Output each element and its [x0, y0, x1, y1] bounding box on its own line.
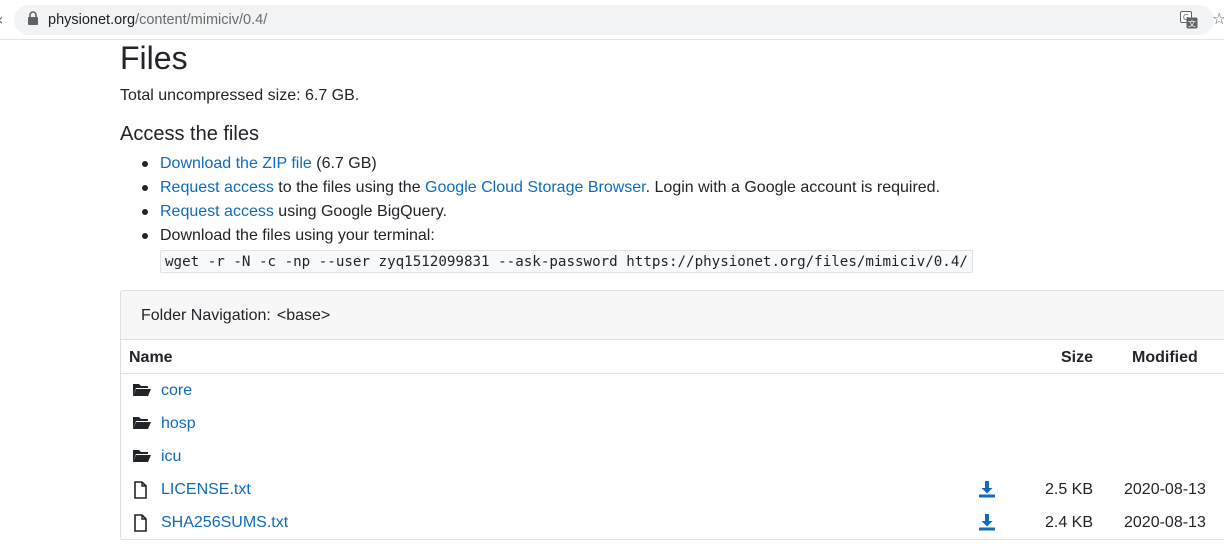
- list-text: to the files using the: [273, 179, 426, 196]
- folder-nav-label: Folder Navigation:: [141, 307, 271, 324]
- url-path: /content/mimiciv/0.4/: [135, 12, 268, 28]
- folder-link-core[interactable]: core: [161, 381, 192, 401]
- list-text: Download the files using your terminal:: [160, 227, 435, 244]
- file-modified: 2020-08-13: [1124, 514, 1206, 531]
- star-icon[interactable]: ☆: [1212, 9, 1224, 28]
- file-size: 2.4 KB: [1044, 514, 1093, 531]
- folder-open-icon: [132, 448, 152, 469]
- access-list: Download the ZIP file (6.7 GB) Request a…: [120, 152, 940, 248]
- folder-open-icon: [132, 415, 152, 436]
- list-item: Download the ZIP file (6.7 GB): [120, 152, 940, 176]
- url-text[interactable]: physionet.org/content/mimiciv/0.4/: [48, 11, 267, 29]
- browser-address-bar: ‹ physionet.org/content/mimiciv/0.4/ G 文…: [0, 0, 1224, 40]
- column-header-size: Size: [1061, 349, 1094, 366]
- url-host: physionet.org: [48, 12, 136, 28]
- table-row: SHA256SUMS.txt 2.4 KB 2020-08-13: [121, 507, 1224, 539]
- table-row: LICENSE.txt 2.5 KB 2020-08-13: [121, 474, 1224, 507]
- download-icon[interactable]: [978, 480, 996, 503]
- folder-navigation-header: Folder Navigation: <base>: [121, 291, 1224, 340]
- list-item: Request access to the files using the Go…: [120, 176, 940, 200]
- file-icon: [132, 514, 148, 537]
- back-arrow-icon[interactable]: ‹: [0, 10, 3, 29]
- list-text: using Google BigQuery.: [273, 203, 447, 220]
- download-icon[interactable]: [978, 513, 996, 536]
- folder-link-hosp[interactable]: hosp: [161, 414, 196, 434]
- lock-icon[interactable]: [27, 11, 39, 31]
- download-zip-link[interactable]: Download the ZIP file: [160, 155, 312, 172]
- terminal-command[interactable]: wget -r -N -c -np --user zyq1512099831 -…: [160, 250, 973, 273]
- list-item: Download the files using your terminal:: [120, 224, 940, 248]
- breadcrumb-base: <base>: [276, 307, 331, 324]
- folder-open-icon: [132, 382, 152, 403]
- list-text: . Login with a Google account is require…: [645, 179, 941, 196]
- gcs-browser-link[interactable]: Google Cloud Storage Browser: [425, 179, 646, 196]
- svg-text:文: 文: [1188, 19, 1196, 29]
- file-link-license[interactable]: LICENSE.txt: [161, 480, 251, 500]
- table-row: hosp: [121, 408, 1224, 441]
- file-modified: 2020-08-13: [1124, 481, 1206, 498]
- file-size: 2.5 KB: [1044, 481, 1093, 498]
- file-icon: [132, 481, 148, 504]
- list-item: Request access using Google BigQuery.: [120, 200, 940, 224]
- request-access-gcs-link[interactable]: Request access: [160, 179, 274, 196]
- column-header-modified: Modified: [1132, 349, 1198, 366]
- file-browser: Folder Navigation: <base> Name Size Modif…: [120, 290, 1224, 540]
- total-size: Total uncompressed size: 6.7 GB.: [120, 87, 360, 104]
- translate-icon[interactable]: G 文: [1180, 11, 1198, 34]
- file-link-sha256sums[interactable]: SHA256SUMS.txt: [161, 513, 288, 533]
- zip-size: (6.7 GB): [311, 155, 377, 172]
- column-header-name: Name: [129, 349, 173, 366]
- folder-navigation: Folder Navigation: <base>: [141, 306, 330, 326]
- folder-link-icu[interactable]: icu: [161, 447, 181, 467]
- request-access-bigquery-link[interactable]: Request access: [160, 203, 274, 220]
- page-title: Files: [120, 40, 188, 76]
- table-row: icu: [121, 441, 1224, 474]
- table-row: core: [121, 375, 1224, 408]
- access-heading: Access the files: [120, 123, 259, 145]
- divider: [121, 373, 1224, 374]
